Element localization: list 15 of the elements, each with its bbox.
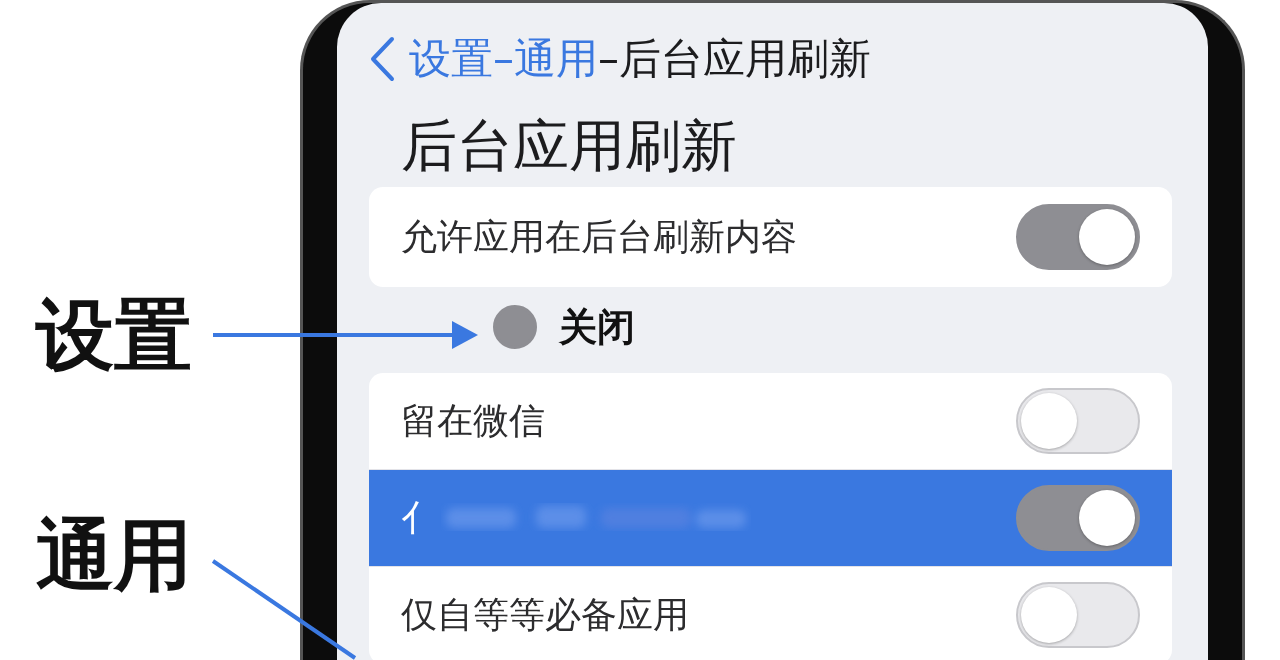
page-title: 后台应用刷新 xyxy=(401,112,737,180)
annotation-label: 通用 xyxy=(36,510,192,600)
option-row[interactable]: 仅自等等必备应用 xyxy=(369,567,1172,660)
breadcrumb-current: –后台应用刷新 xyxy=(598,33,871,85)
radio-dot[interactable] xyxy=(493,305,537,349)
option-row[interactable]: 亻 xyxy=(369,470,1172,567)
status-label: 关闭 xyxy=(559,303,635,351)
annotation-label: 设置 xyxy=(36,290,192,380)
option-row[interactable]: 留在微信 xyxy=(369,373,1172,470)
breadcrumb-link[interactable]: 设置–通用 xyxy=(409,31,598,87)
row-label: 仅自等等必备应用 xyxy=(401,592,689,637)
row-label: 亻 xyxy=(401,495,437,540)
row-label: 留在微信 xyxy=(401,398,545,443)
row-label: 允许应用在后台刷新内容 xyxy=(401,214,797,259)
back-icon[interactable] xyxy=(369,36,395,82)
